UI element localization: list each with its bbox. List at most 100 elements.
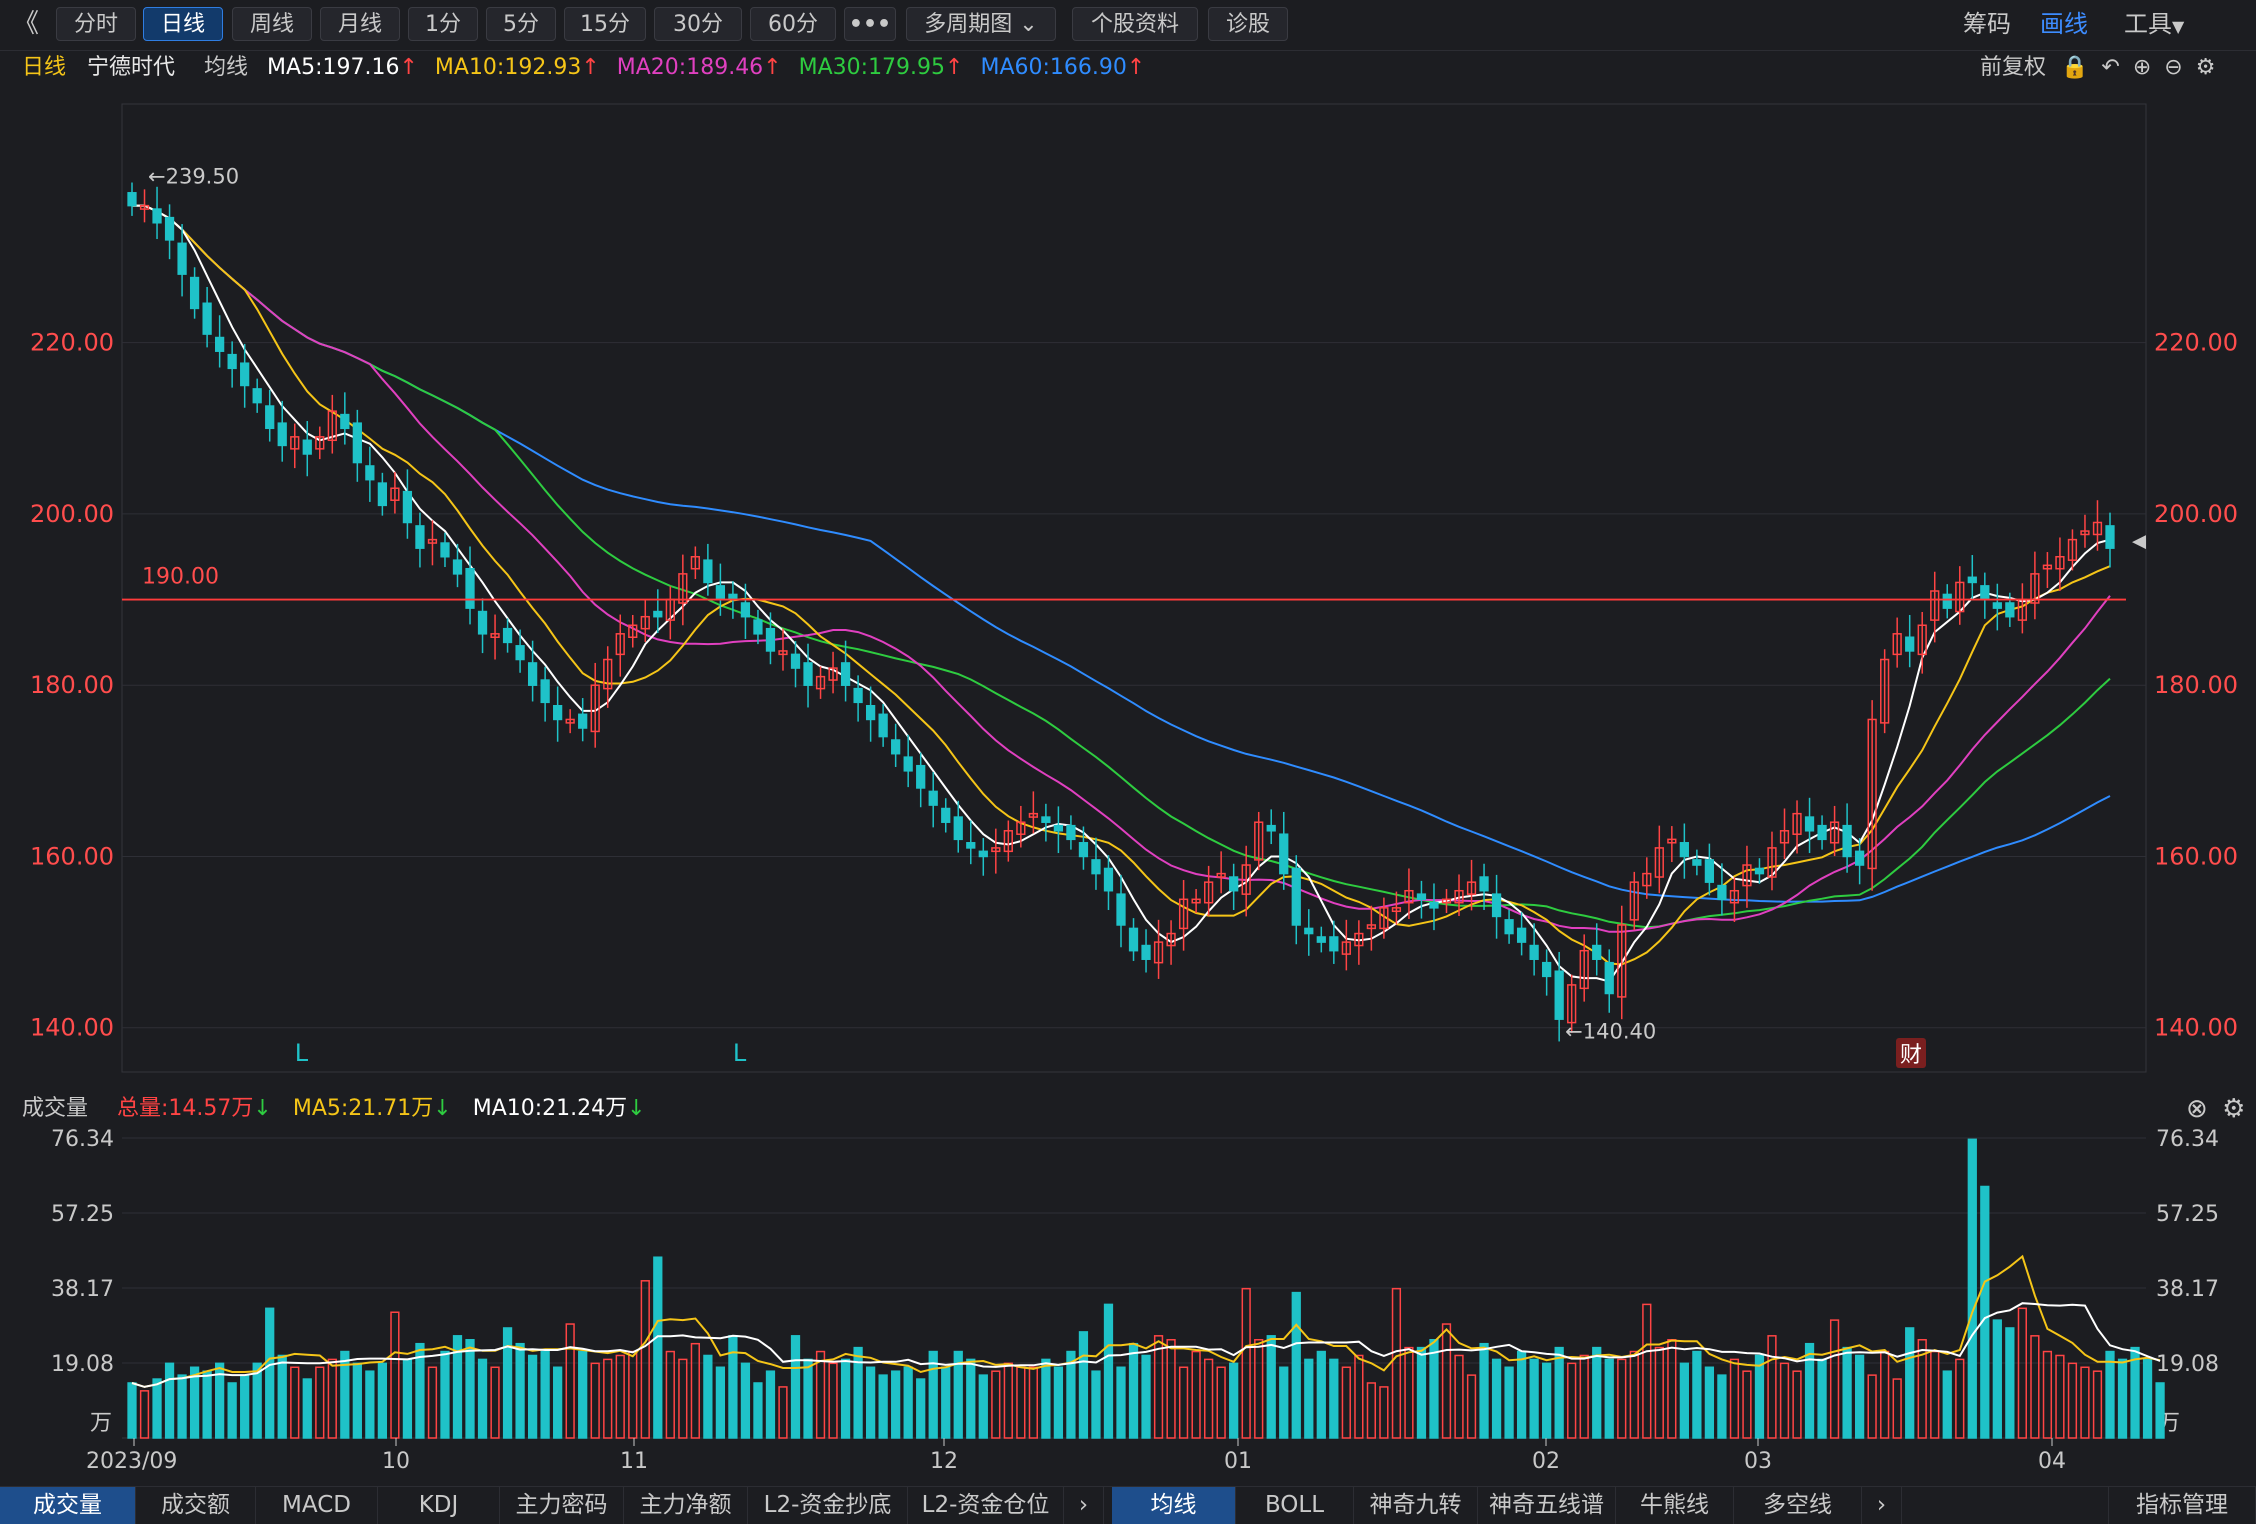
candle-body <box>2005 602 2015 618</box>
volume-bar <box>1291 1291 1301 1439</box>
candle-body <box>1905 636 1915 652</box>
volume-bar <box>1404 1346 1414 1439</box>
candle-body <box>127 192 137 207</box>
volume-bar <box>1466 1374 1477 1439</box>
candle-body <box>1266 824 1276 832</box>
candle-body <box>177 242 187 275</box>
volume-bar <box>377 1362 388 1439</box>
tab-turnover[interactable]: 成交额 <box>136 1487 256 1524</box>
tab-bull-bear[interactable]: 牛熊线 <box>1616 1487 1734 1524</box>
candle-body <box>966 842 976 849</box>
candle-body <box>1479 876 1489 892</box>
volume-bar <box>1717 1374 1727 1439</box>
volume-bar <box>164 1362 175 1439</box>
volume-bar <box>1379 1386 1389 1439</box>
tab-kdj[interactable]: KDJ <box>378 1487 500 1524</box>
volume-bar <box>1116 1366 1126 1439</box>
candle-body <box>1516 927 1527 943</box>
volume-bar <box>1992 1319 2002 1439</box>
candle-body <box>402 490 413 524</box>
candle-body <box>164 216 175 241</box>
tab-ma[interactable]: 均线 <box>1112 1487 1236 1524</box>
volume-bar <box>1041 1358 1051 1439</box>
tab-main-force-net[interactable]: 主力净额 <box>624 1487 748 1524</box>
volume-bar <box>815 1350 826 1439</box>
volume-bar <box>2017 1307 2027 1439</box>
candle-body <box>1053 824 1064 832</box>
candle-body <box>1078 842 1089 858</box>
volume-tick-label-left: 19.08 <box>51 1352 114 1377</box>
price-tick-label-left: 200.00 <box>30 500 114 528</box>
gear-icon[interactable]: ⚙ <box>2222 1094 2245 1124</box>
close-icon[interactable]: ⊗ <box>2186 1094 2208 1124</box>
tab-volume[interactable]: 成交量 <box>0 1487 136 1524</box>
volume-bar <box>2155 1382 2165 1439</box>
volume-bar <box>2092 1370 2103 1439</box>
tab-boll[interactable]: BOLL <box>1236 1487 1354 1524</box>
candle-body <box>1704 859 1715 883</box>
volume-bar <box>2067 1362 2078 1439</box>
volume-bar <box>1366 1382 1377 1439</box>
candle-body <box>740 602 751 618</box>
financial-report-badge-label: 财 <box>1900 1043 1922 1068</box>
tab-magic-nine[interactable]: 神奇九转 <box>1354 1487 1478 1524</box>
volume-bar <box>490 1366 500 1439</box>
candle-body <box>1329 936 1339 952</box>
tab-long-short[interactable]: 多空线 <box>1734 1487 1862 1524</box>
volume-bar <box>765 1370 776 1439</box>
volume-bar <box>891 1370 901 1439</box>
indicator-manage-button[interactable]: 指标管理 <box>2108 1487 2256 1524</box>
candle-body <box>1429 901 1439 909</box>
candle-body <box>415 525 425 549</box>
tab-magic-five[interactable]: 神奇五线谱 <box>1478 1487 1616 1524</box>
volume-bar <box>728 1335 738 1439</box>
price-tick-label-right: 200.00 <box>2154 500 2238 528</box>
tab-macd[interactable]: MACD <box>256 1487 378 1524</box>
tab-l2-bottom[interactable]: L2-资金抄底 <box>748 1487 908 1524</box>
candle-body <box>1491 893 1502 918</box>
candle-body <box>477 610 488 635</box>
volume-bar <box>1617 1358 1627 1439</box>
tab-l2-position[interactable]: L2-资金仓位 <box>908 1487 1064 1524</box>
price-chart[interactable]: 220.00 220.00 200.00 200.00 180.00 180.00 160.… <box>0 0 2256 1090</box>
volume-bar <box>603 1358 613 1439</box>
candle-body <box>1967 576 1977 584</box>
candle-body <box>1754 867 1765 875</box>
candle-body <box>1279 833 1289 875</box>
volume-bar <box>127 1382 137 1439</box>
volume-bar <box>152 1378 162 1439</box>
candle-body <box>765 627 776 652</box>
volume-bar <box>941 1366 951 1439</box>
tab-main-force-code[interactable]: 主力密码 <box>500 1487 624 1524</box>
volume-bar <box>1654 1346 1664 1439</box>
volume-bars <box>127 1138 2165 1439</box>
volume-bar <box>1354 1354 1364 1439</box>
candle-body <box>1128 927 1139 952</box>
volume-bar <box>1078 1331 1089 1439</box>
volume-bar <box>1779 1362 1790 1439</box>
volume-bar <box>515 1342 525 1439</box>
volume-bar <box>803 1358 813 1439</box>
chevron-right-icon[interactable]: › <box>1064 1487 1104 1524</box>
volume-bar <box>1003 1362 1013 1439</box>
volume-total: 总量:14.57万 <box>117 1096 254 1121</box>
volume-bar <box>1704 1366 1715 1439</box>
chevron-right-icon[interactable]: › <box>1862 1487 1902 1524</box>
volume-bar <box>1128 1342 1139 1439</box>
volume-chart[interactable]: 76.34 76.34 57.25 57.25 38.17 38.17 19.08 19.08… <box>0 1124 2256 1486</box>
candle-body <box>715 585 726 601</box>
volume-bar <box>715 1366 726 1439</box>
candle-body <box>1116 893 1126 926</box>
price-tick-label-right: 180.00 <box>2154 671 2238 699</box>
candle-body <box>1854 850 1865 866</box>
volume-ma10: MA10:21.24万 <box>472 1096 628 1121</box>
volume-bar <box>740 1362 751 1439</box>
candle-body <box>1817 824 1827 841</box>
volume-bar <box>678 1358 688 1439</box>
volume-bar <box>2030 1335 2040 1439</box>
candle-body <box>1542 961 1552 978</box>
volume-tick-label-right: 38.17 <box>2156 1277 2219 1302</box>
volume-bar <box>1341 1366 1351 1439</box>
volume-bar <box>1867 1374 1877 1439</box>
volume-bar <box>1329 1358 1339 1439</box>
